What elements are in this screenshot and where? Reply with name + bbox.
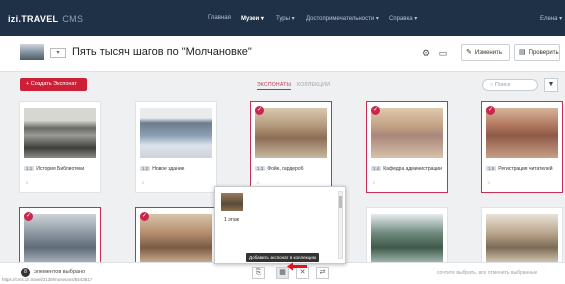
- tooltip: Добавить экспонат в коллекцию: [246, 253, 320, 262]
- move-icon[interactable]: ⇄: [316, 267, 329, 279]
- app-logo[interactable]: izi.TRAVEL CMS: [8, 14, 83, 24]
- language-selector[interactable]: ▾: [50, 48, 66, 58]
- exhibit-card[interactable]: ✓: [19, 207, 101, 267]
- exhibit-caption: Кафедра администрации: [383, 166, 442, 172]
- exhibit-card[interactable]: ✓ 1.5 Регистрация читателей ♫: [481, 101, 563, 193]
- user-menu[interactable]: Елена ▾: [540, 15, 562, 22]
- audio-icon: ♫: [372, 180, 376, 186]
- nav-home[interactable]: Главная: [208, 15, 231, 21]
- audio-icon: ♫: [25, 180, 29, 186]
- edit-icon: ✎: [466, 49, 472, 56]
- filter-icon[interactable]: ▼: [544, 78, 558, 92]
- pointer-arrow-icon: [287, 262, 307, 271]
- exhibit-caption: Новое здание: [152, 166, 185, 172]
- add-exhibit-button[interactable]: + Создать Экспонат: [20, 78, 87, 91]
- checkmark-icon[interactable]: ✓: [371, 106, 380, 115]
- brand-name: izi.TRAVEL: [8, 14, 59, 24]
- exhibit-photo: [140, 214, 212, 262]
- exhibit-card[interactable]: [481, 207, 563, 267]
- preview-button[interactable]: ▤ Проверить: [514, 44, 560, 61]
- monitor-icon[interactable]: ▭: [437, 47, 449, 59]
- checkmark-icon[interactable]: ✓: [255, 106, 264, 115]
- exhibit-caption: Регистрация читателей: [498, 166, 553, 172]
- nav-help[interactable]: Справка ▾: [389, 15, 417, 22]
- checkmark-icon[interactable]: ✓: [486, 106, 495, 115]
- document-icon: ▤: [519, 49, 526, 56]
- exhibit-photo: [486, 214, 558, 262]
- exhibit-photo: [24, 214, 96, 262]
- exhibit-card[interactable]: 1.1 История Библиотеки ♫: [19, 101, 101, 193]
- exhibit-photo: [371, 214, 443, 262]
- audio-icon: ♫: [141, 180, 145, 186]
- exhibit-photo: [371, 108, 443, 158]
- brand-suffix: CMS: [62, 14, 84, 24]
- exhibit-card[interactable]: ✓ 1.3 Фойе, гардероб ♫: [250, 101, 332, 193]
- edit-button[interactable]: ✎ Изменить: [461, 44, 510, 61]
- exhibit-card[interactable]: ✓: [135, 207, 217, 267]
- nav-sights[interactable]: Достопримечательности ▾: [306, 15, 379, 22]
- exhibit-caption: История Библиотеки: [36, 166, 85, 172]
- audio-icon: ♫: [487, 180, 491, 186]
- tab-collections[interactable]: КОЛЛЕКЦИИ: [297, 82, 330, 88]
- exhibit-caption: Фойе, гардероб: [267, 166, 304, 172]
- exhibit-card[interactable]: 1.2 Новое здание ♫: [135, 101, 217, 193]
- selection-hint: сочтите выбрать, все отменить выбранные: [437, 270, 538, 276]
- exhibit-number: 1.4: [371, 166, 382, 171]
- search-input[interactable]: ○ Поиск: [482, 79, 538, 91]
- checkmark-icon[interactable]: ✓: [140, 212, 149, 221]
- checkmark-icon[interactable]: ✓: [24, 212, 33, 221]
- selection-count-badge: 8: [21, 268, 30, 277]
- exhibit-number: 1.3: [255, 166, 266, 171]
- selection-text: элементов выбрано: [34, 269, 86, 275]
- collection-thumbnail[interactable]: [221, 193, 243, 211]
- exhibit-number: 1.1: [24, 166, 35, 171]
- exhibit-photo: [140, 108, 212, 158]
- exhibit-number: 1.2: [140, 166, 151, 171]
- status-url: https://cms.izi.travel/2139/museums/6543…: [2, 277, 93, 282]
- exhibit-number: 1.5: [486, 166, 497, 171]
- exhibit-photo: [24, 108, 96, 158]
- nav-museums[interactable]: Музеи ▾: [241, 15, 264, 22]
- popup-scrollbar[interactable]: [338, 191, 343, 259]
- tab-exhibits[interactable]: ЭКСПОНАТЫ: [257, 82, 292, 90]
- exhibit-card[interactable]: [366, 207, 448, 267]
- collection-label[interactable]: 1 этаж: [224, 217, 239, 223]
- page-title: Пять тысяч шагов по "Молчановке": [72, 46, 252, 58]
- exhibit-card[interactable]: ✓ 1.4 Кафедра администрации ♫: [366, 101, 448, 193]
- museum-thumbnail: [20, 44, 44, 60]
- copy-icon[interactable]: ⎘: [252, 267, 265, 279]
- nav-tours[interactable]: Туры ▾: [276, 15, 295, 22]
- gear-icon[interactable]: ⚙: [420, 47, 432, 59]
- exhibit-photo: [486, 108, 558, 158]
- exhibit-photo: [255, 108, 327, 158]
